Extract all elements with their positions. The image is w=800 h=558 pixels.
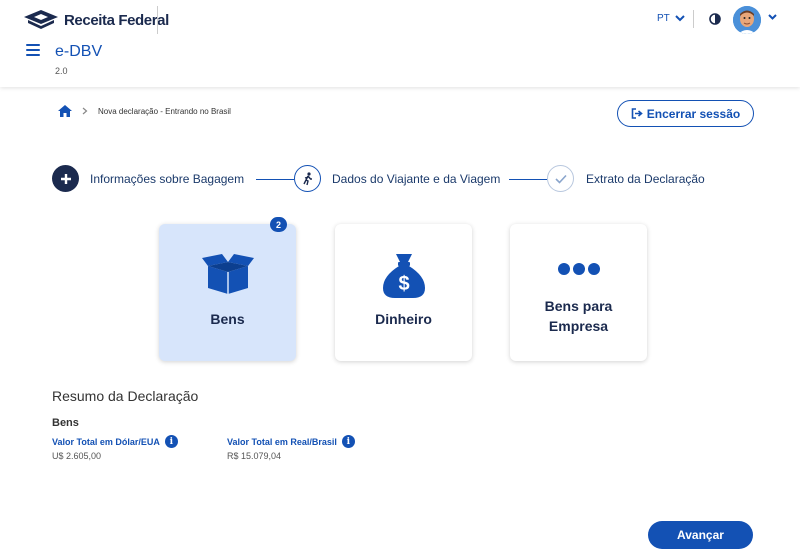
open-box-icon: [159, 252, 296, 294]
info-icon[interactable]: i: [164, 435, 178, 448]
card-bens[interactable]: 2 Bens: [159, 217, 296, 361]
app-version: 2.0: [55, 66, 68, 76]
next-button[interactable]: Avançar: [648, 521, 753, 549]
card-label: Bens: [210, 311, 245, 327]
avatar-face-icon: [733, 6, 761, 34]
card-label: Dinheiro: [375, 311, 432, 327]
home-icon[interactable]: [58, 105, 72, 117]
step-2-label: Dados do Viajante e da Viagem: [332, 172, 501, 186]
card-dinheiro[interactable]: $ Dinheiro: [335, 224, 472, 361]
app-title: e-DBV: [55, 43, 103, 60]
progress-stepper: Informações sobre Bagagem Dados do Viaja…: [0, 165, 800, 195]
receita-federal-logo[interactable]: Receita Federal: [22, 8, 169, 32]
step-3-label: Extrato da Declaração: [586, 172, 705, 186]
user-avatar[interactable]: [733, 6, 761, 34]
step-connector-2: [509, 179, 547, 180]
more-dots-icon: [510, 262, 647, 276]
language-selector[interactable]: PT: [657, 13, 685, 24]
brl-total-value: R$ 15.079,04: [227, 451, 282, 461]
card-bens-empresa[interactable]: Bens para Empresa: [510, 224, 647, 361]
header-divider-right: [693, 10, 694, 28]
summary-title: Resumo da Declaração: [52, 388, 199, 404]
plus-icon: [60, 173, 71, 184]
receita-federal-emblem-icon: [24, 10, 58, 29]
summary-section-title: Bens: [52, 417, 79, 429]
usd-total-label-text: Valor Total em Dólar/EUA: [52, 436, 160, 447]
sign-out-icon: [631, 108, 643, 119]
logo-text: Receita Federal: [64, 11, 169, 29]
step-3-indicator[interactable]: [547, 165, 574, 192]
menu-icon[interactable]: [26, 44, 40, 56]
usd-total-label: Valor Total em Dólar/EUA i: [52, 435, 178, 448]
svg-text:$: $: [398, 273, 409, 295]
chevron-right-icon: [82, 107, 88, 115]
top-header: Receita Federal e-DBV 2.0 PT: [0, 0, 800, 87]
end-session-button[interactable]: Encerrar sessão: [617, 100, 754, 127]
header-divider: [157, 6, 158, 34]
chevron-down-icon[interactable]: [768, 14, 777, 20]
chevron-down-icon: [675, 15, 685, 22]
contrast-icon[interactable]: [709, 13, 721, 25]
breadcrumb: Nova declaração - Entrando no Brasil: [58, 105, 231, 117]
items-count-badge: 2: [270, 217, 287, 232]
end-session-label: Encerrar sessão: [646, 106, 741, 121]
step-1-indicator[interactable]: [52, 165, 79, 192]
info-icon[interactable]: i: [341, 435, 355, 448]
card-label-line2: Empresa: [548, 318, 609, 334]
step-connector-1: [256, 179, 294, 180]
traveler-icon: [302, 171, 312, 185]
card-label-line1: Bens para: [544, 298, 613, 314]
money-bag-icon: $: [335, 252, 472, 300]
check-icon: [554, 174, 567, 184]
language-label: PT: [657, 13, 670, 24]
breadcrumb-current: Nova declaração - Entrando no Brasil: [98, 106, 231, 116]
step-1-label: Informações sobre Bagagem: [90, 172, 245, 186]
step-2-indicator[interactable]: [294, 165, 321, 192]
usd-total-value: U$ 2.605,00: [52, 451, 102, 461]
brl-total-label: Valor Total em Real/Brasil i: [227, 435, 355, 448]
brl-total-label-text: Valor Total em Real/Brasil: [227, 436, 337, 447]
